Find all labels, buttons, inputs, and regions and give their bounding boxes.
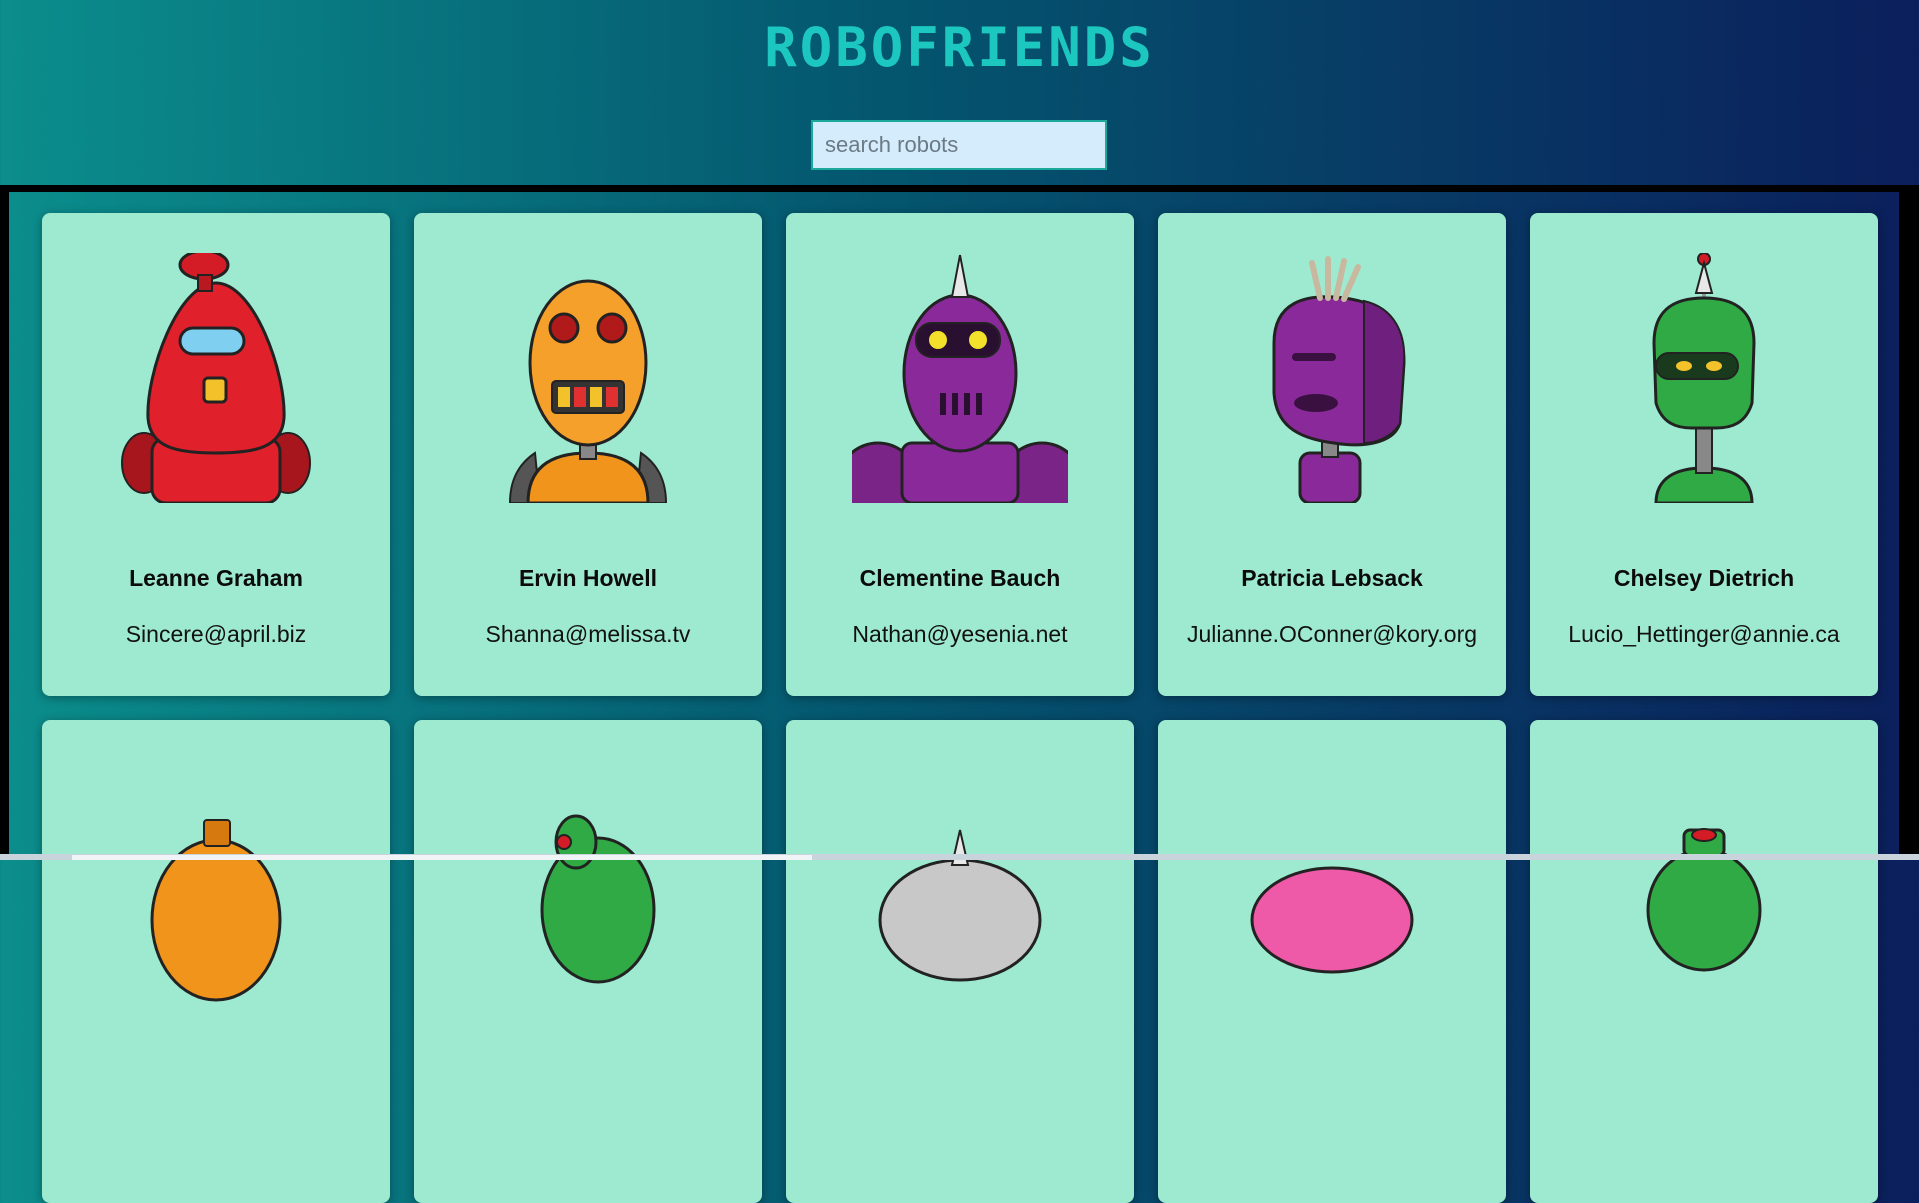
robot-avatar-image	[508, 279, 668, 503]
header: ROBOFRIENDS	[0, 0, 1919, 185]
robot-avatar-image	[1250, 866, 1414, 974]
robot-avatar-image	[121, 253, 311, 503]
robot-card[interactable]: Ervin Howell Shanna@melissa.tv	[414, 213, 762, 696]
robot-name: Ervin Howell	[518, 565, 658, 591]
robot-card[interactable]	[1530, 720, 1878, 1203]
robot-email: Lucio_Hettinger@annie.ca	[1568, 621, 1840, 647]
robot-avatar-image	[878, 829, 1042, 982]
robot-avatar-image	[1646, 828, 1762, 972]
robot-name: Chelsey Dietrich	[1613, 565, 1795, 591]
robot-card[interactable]: Chelsey Dietrich Lucio_Hettinger@annie.c…	[1530, 213, 1878, 696]
app-logo-title: ROBOFRIENDS	[764, 16, 1155, 79]
robot-email: Shanna@melissa.tv	[485, 621, 691, 647]
robot-email: Julianne.OConner@kory.org	[1186, 621, 1478, 647]
search-input[interactable]	[811, 120, 1107, 170]
robot-card[interactable]: Patricia Lebsack Julianne.OConner@kory.o…	[1158, 213, 1506, 696]
robot-avatar-image	[150, 819, 282, 1002]
robot-name: Patricia Lebsack	[1241, 565, 1423, 591]
robot-name: Clementine Bauch	[859, 565, 1061, 591]
horizontal-scrollbar[interactable]	[0, 854, 1919, 860]
robot-avatar-image	[1652, 253, 1756, 503]
robot-avatar-image	[852, 254, 1068, 503]
robot-card[interactable]: Leanne Graham Sincere@april.biz	[42, 213, 390, 696]
robot-avatar-image	[1272, 256, 1406, 503]
robot-card[interactable]	[1158, 720, 1506, 1203]
robot-card[interactable]	[786, 720, 1134, 1203]
robot-card-list[interactable]: Leanne Graham Sincere@april.biz Ervin Ho…	[0, 185, 1919, 1203]
robot-email: Nathan@yesenia.net	[852, 621, 1068, 647]
robot-avatar-image	[540, 814, 656, 984]
robot-card[interactable]	[42, 720, 390, 1203]
robot-email: Sincere@april.biz	[125, 621, 307, 647]
scrollbar-thumb[interactable]	[72, 855, 812, 860]
robot-name: Leanne Graham	[129, 565, 303, 591]
robot-card[interactable]: Clementine Bauch Nathan@yesenia.net	[786, 213, 1134, 696]
robot-card[interactable]	[414, 720, 762, 1203]
